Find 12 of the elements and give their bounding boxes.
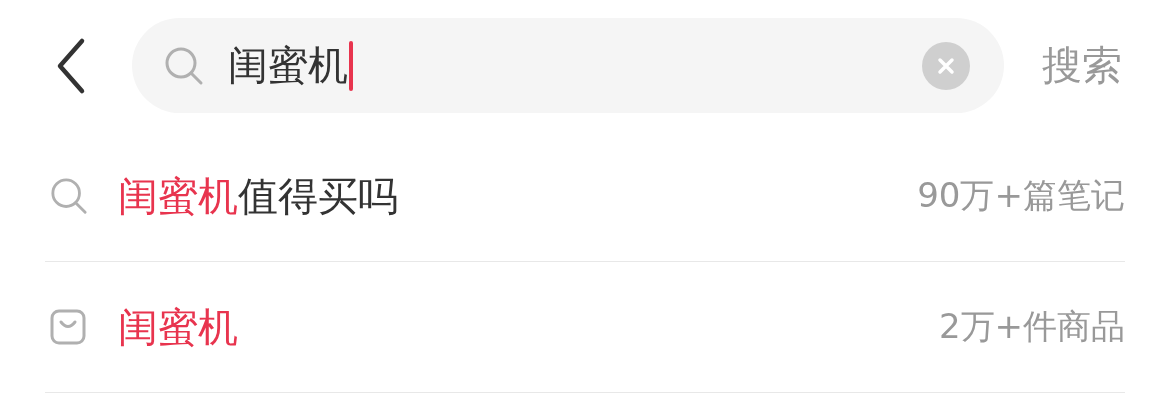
suggestion-text: 闺蜜机值得买吗 [118, 171, 399, 221]
search-query: 闺蜜机 [228, 41, 348, 90]
search-field[interactable]: 闺蜜机 [132, 18, 1004, 113]
search-icon [50, 177, 88, 215]
suggestion-item[interactable]: 闺蜜机值得买吗 90万+篇笔记 [45, 131, 1125, 262]
result-count: 2万+件商品 [938, 305, 1125, 348]
suggestion-item[interactable]: 闺蜜机 2万+件商品 [45, 262, 1125, 393]
result-count: 90万+篇笔记 [917, 174, 1125, 217]
search-icon [164, 45, 204, 86]
suggestion-text: 闺蜜机 [118, 302, 239, 352]
shopping-bag-icon [50, 309, 86, 345]
close-icon [936, 55, 956, 76]
